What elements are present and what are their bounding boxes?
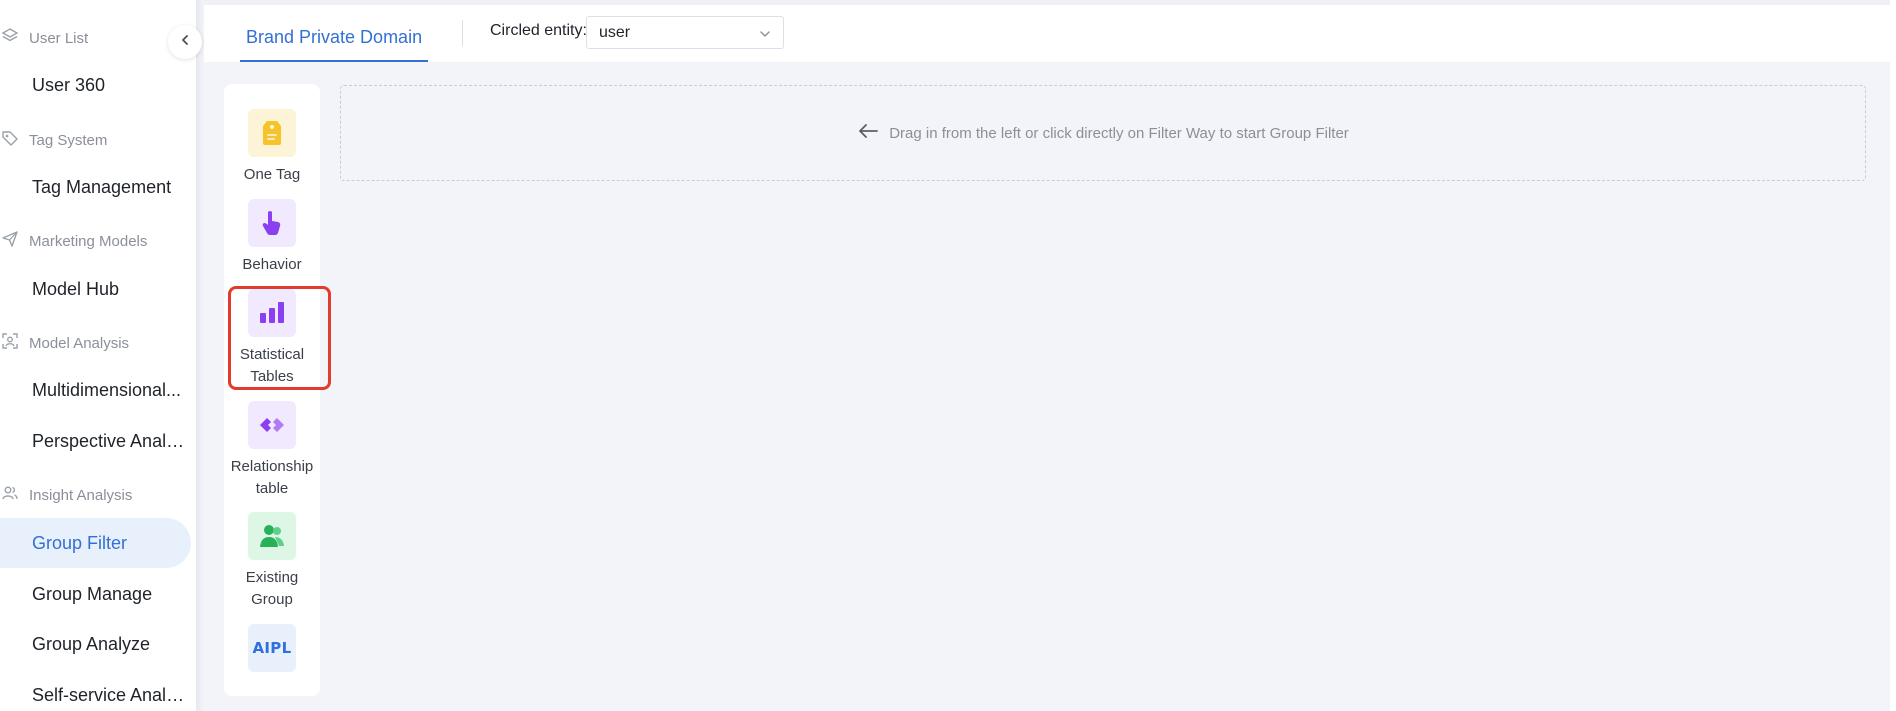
filter-way-statistical-tables[interactable]: Statistical Tables bbox=[224, 289, 320, 388]
sidebar-item-perspective-analysis[interactable]: Perspective Analy... bbox=[0, 416, 191, 466]
sidebar-group-label: Tag System bbox=[29, 131, 108, 149]
users-icon bbox=[248, 512, 296, 560]
sidebar-item-label: Perspective Analy... bbox=[32, 430, 188, 451]
sidebar-group-marketing-models: Marketing Models bbox=[0, 230, 147, 252]
bar-chart-icon bbox=[248, 289, 296, 337]
filter-way-existing-group[interactable]: Existing Group bbox=[224, 512, 320, 611]
tag-icon bbox=[0, 128, 29, 152]
sidebar-item-tag-management[interactable]: Tag Management bbox=[0, 162, 191, 212]
drop-zone-hint: Drag in from the left or click directly … bbox=[889, 124, 1349, 142]
sidebar-item-label: User 360 bbox=[32, 74, 106, 95]
sidebar-item-label: Group Analyze bbox=[32, 633, 151, 654]
group-filter-drop-zone[interactable]: Drag in from the left or click directly … bbox=[340, 85, 1866, 181]
filter-way-label: Relationship table bbox=[230, 458, 314, 497]
sidebar-item-label: Multidimensional... bbox=[32, 379, 182, 400]
sidebar-group-insight-analysis: Insight Analysis bbox=[0, 484, 132, 506]
filter-way-label: Existing Group bbox=[245, 569, 299, 608]
sidebar-item-group-analyze[interactable]: Group Analyze bbox=[0, 619, 191, 669]
filter-way-label: Statistical Tables bbox=[239, 346, 305, 385]
tag-icon bbox=[248, 109, 296, 157]
pointer-hand-icon bbox=[248, 199, 296, 247]
top-bar bbox=[204, 0, 1896, 62]
link-icon bbox=[248, 401, 296, 449]
sidebar-item-self-service-analysis[interactable]: Self-service Analy... bbox=[0, 670, 191, 711]
filter-way-aipl[interactable]: AIPL bbox=[224, 624, 320, 672]
circled-entity-label: Circled entity: bbox=[490, 22, 587, 39]
filter-way-relationship-table[interactable]: Relationship table bbox=[224, 401, 320, 500]
sidebar-group-tag-system: Tag System bbox=[0, 129, 107, 151]
sidebar-item-label: Model Hub bbox=[32, 278, 120, 299]
sidebar-group-label: Insight Analysis bbox=[29, 486, 133, 504]
layers-icon bbox=[0, 26, 29, 50]
sidebar-group-label: Marketing Models bbox=[29, 232, 148, 250]
users-icon bbox=[0, 483, 29, 507]
filter-way-panel: One Tag Behavior Statistical Tables Rela… bbox=[224, 84, 320, 696]
sidebar-item-label: Tag Management bbox=[32, 176, 172, 197]
filter-way-label: Behavior bbox=[242, 256, 302, 273]
sidebar-collapse-button[interactable] bbox=[168, 25, 202, 59]
sidebar-item-label: Group Manage bbox=[32, 583, 153, 604]
sidebar-group-user-list: User List bbox=[0, 27, 88, 49]
sidebar-divider bbox=[196, 0, 204, 711]
sidebar-item-group-manage[interactable]: Group Manage bbox=[0, 569, 191, 619]
sidebar-item-label: Self-service Analy... bbox=[32, 684, 188, 705]
aipl-label: AIPL bbox=[252, 639, 292, 657]
sidebar-group-label: Model Analysis bbox=[29, 334, 130, 352]
sidebar-group-model-analysis: Model Analysis bbox=[0, 332, 129, 354]
tab-separator bbox=[462, 20, 463, 46]
filter-way-behavior[interactable]: Behavior bbox=[224, 199, 320, 276]
aipl-icon: AIPL bbox=[248, 624, 296, 672]
sidebar: User List User 360 Tag System Tag Manage… bbox=[0, 0, 196, 711]
circled-entity-select[interactable]: user bbox=[586, 16, 784, 49]
chevron-left-icon bbox=[179, 33, 191, 51]
sidebar-item-label: Group Filter bbox=[32, 532, 128, 553]
filter-way-label: One Tag bbox=[243, 166, 301, 183]
entity-select-value: user bbox=[599, 23, 631, 41]
sidebar-group-label: User List bbox=[29, 29, 89, 47]
filter-way-one-tag[interactable]: One Tag bbox=[224, 109, 320, 186]
send-icon bbox=[0, 229, 29, 253]
chevron-down-icon bbox=[759, 27, 771, 45]
sidebar-item-user-360[interactable]: User 360 bbox=[0, 60, 191, 110]
right-scrollbar-strip bbox=[1890, 0, 1896, 711]
arrow-left-icon bbox=[857, 123, 889, 143]
sidebar-item-multidimensional[interactable]: Multidimensional... bbox=[0, 365, 191, 415]
sidebar-item-model-hub[interactable]: Model Hub bbox=[0, 264, 191, 314]
sidebar-item-group-filter[interactable]: Group Filter bbox=[0, 518, 191, 568]
tab-brand-private-domain[interactable]: Brand Private Domain bbox=[240, 14, 429, 62]
top-bar-border bbox=[204, 0, 1896, 5]
scan-user-icon bbox=[0, 331, 29, 355]
tab-label: Brand Private Domain bbox=[246, 26, 423, 47]
